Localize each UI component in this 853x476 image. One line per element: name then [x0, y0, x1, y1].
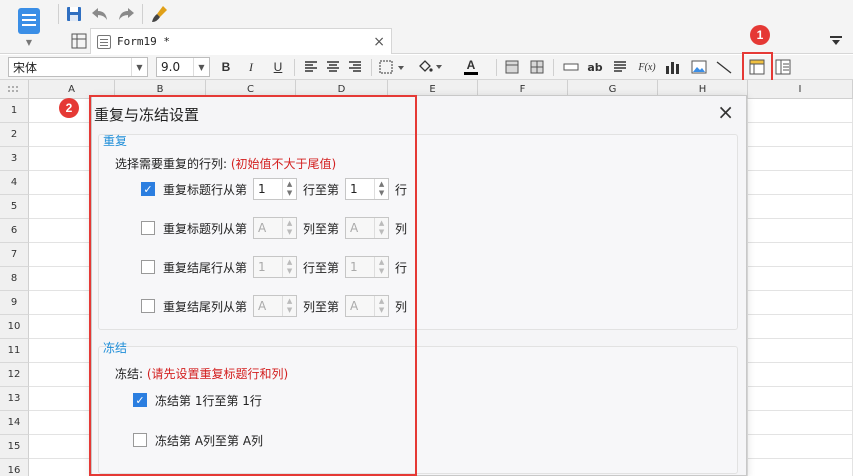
- font-size-select[interactable]: 9.0 ▼: [156, 57, 210, 77]
- format-toolbar: 宋体 ▼ 9.0 ▼ B I U A ab F(x): [0, 55, 853, 80]
- divider: [553, 59, 554, 76]
- chart-button[interactable]: [664, 58, 682, 76]
- brush-icon: [152, 6, 167, 22]
- row-header-3[interactable]: 3: [0, 147, 29, 171]
- tab-form19[interactable]: Form19 * ×: [90, 28, 392, 54]
- merge-cells-icon: [505, 60, 519, 74]
- grid-icon: [71, 33, 87, 49]
- text-button[interactable]: ab: [585, 58, 605, 76]
- columns-icon: [775, 59, 791, 75]
- row-header-7[interactable]: 7: [0, 243, 29, 267]
- sheet-settings-button[interactable]: [774, 58, 792, 76]
- redo-icon: [119, 8, 134, 20]
- font-size-value: 9.0: [161, 60, 181, 74]
- merge-cells-button[interactable]: [503, 58, 521, 76]
- align-right-icon: [349, 61, 361, 72]
- bar-chart-icon: [666, 62, 679, 74]
- row-header-11[interactable]: 11: [0, 339, 29, 363]
- insert-field-button[interactable]: [562, 58, 580, 76]
- row-header-2[interactable]: 2: [0, 123, 29, 147]
- row-header-1[interactable]: 1: [0, 99, 29, 123]
- tab-title: Form19 *: [117, 35, 170, 48]
- row-header-12[interactable]: 12: [0, 363, 29, 387]
- row-header-13[interactable]: 13: [0, 387, 29, 411]
- font-color-button[interactable]: A: [456, 58, 486, 76]
- split-cells-icon: [530, 60, 544, 74]
- column-header-i[interactable]: I: [748, 80, 853, 99]
- step-marker-1: 1: [750, 25, 770, 45]
- font-family-select[interactable]: 宋体 ▼: [8, 57, 148, 77]
- textarea-button[interactable]: [611, 58, 629, 76]
- font-family-value: 宋体: [13, 60, 38, 75]
- row-header-14[interactable]: 14: [0, 411, 29, 435]
- dialog-close-button[interactable]: ×: [717, 100, 734, 124]
- chevron-down-icon: ▼: [131, 58, 147, 76]
- select-all-corner[interactable]: [0, 80, 29, 99]
- row-header-4[interactable]: 4: [0, 171, 29, 195]
- underline-button[interactable]: U: [269, 58, 287, 76]
- divider: [294, 59, 295, 76]
- row-header-8[interactable]: 8: [0, 267, 29, 291]
- divider: [58, 4, 59, 24]
- undo-icon: [92, 8, 107, 20]
- align-left-icon: [305, 61, 317, 72]
- row-header-15[interactable]: 15: [0, 435, 29, 459]
- font-color-icon: A: [466, 57, 476, 72]
- grid-view-button[interactable]: [68, 30, 90, 52]
- multiline-text-icon: [614, 61, 626, 72]
- split-cells-button[interactable]: [528, 58, 546, 76]
- row-header-10[interactable]: 10: [0, 315, 29, 339]
- panel-dropdown-button[interactable]: [825, 30, 847, 52]
- paint-bucket-icon: [419, 60, 442, 72]
- document-tabs: Form19 * ×: [58, 28, 853, 54]
- close-icon[interactable]: ×: [373, 34, 385, 50]
- divider: [142, 4, 143, 24]
- image-icon: [691, 60, 707, 74]
- document-icon: [18, 8, 40, 34]
- row-header-16[interactable]: 16: [0, 459, 29, 476]
- grid-dots-icon: [8, 86, 18, 92]
- font-color-swatch: [464, 71, 478, 75]
- save-icon: [67, 7, 81, 21]
- chevron-down-icon: ▼: [193, 58, 209, 76]
- divider: [371, 59, 372, 76]
- row-header-9[interactable]: 9: [0, 291, 29, 315]
- fill-color-button[interactable]: [416, 58, 444, 76]
- chevron-down-icon: ▼: [25, 38, 33, 47]
- align-left-button[interactable]: [302, 58, 320, 76]
- format-painter-button[interactable]: [149, 3, 171, 25]
- save-button[interactable]: [63, 3, 85, 25]
- chevron-down-icon: [830, 36, 842, 45]
- align-right-button[interactable]: [346, 58, 364, 76]
- top-header: ▼ Form19 * ×: [0, 0, 853, 54]
- step-marker-2: 2: [59, 98, 79, 118]
- italic-button[interactable]: I: [242, 58, 260, 76]
- bold-button[interactable]: B: [217, 58, 235, 76]
- row-header-6[interactable]: 6: [0, 219, 29, 243]
- dialog-highlight: [89, 95, 417, 476]
- app-menu-button[interactable]: ▼: [0, 0, 58, 54]
- redo-button[interactable]: [115, 3, 137, 25]
- grid-column-line: [747, 99, 748, 476]
- diagonal-line-icon: [716, 61, 732, 74]
- undo-button[interactable]: [89, 3, 111, 25]
- slash-line-button[interactable]: [715, 58, 733, 76]
- row-header-5[interactable]: 5: [0, 195, 29, 219]
- align-center-icon: [327, 61, 339, 72]
- formula-button[interactable]: F(x): [636, 58, 658, 76]
- align-center-button[interactable]: [324, 58, 342, 76]
- form-icon: [97, 34, 111, 49]
- border-button[interactable]: [378, 58, 406, 76]
- border-icon: [379, 60, 404, 74]
- field-icon: [563, 63, 579, 71]
- divider: [496, 59, 497, 76]
- image-button[interactable]: [690, 58, 708, 76]
